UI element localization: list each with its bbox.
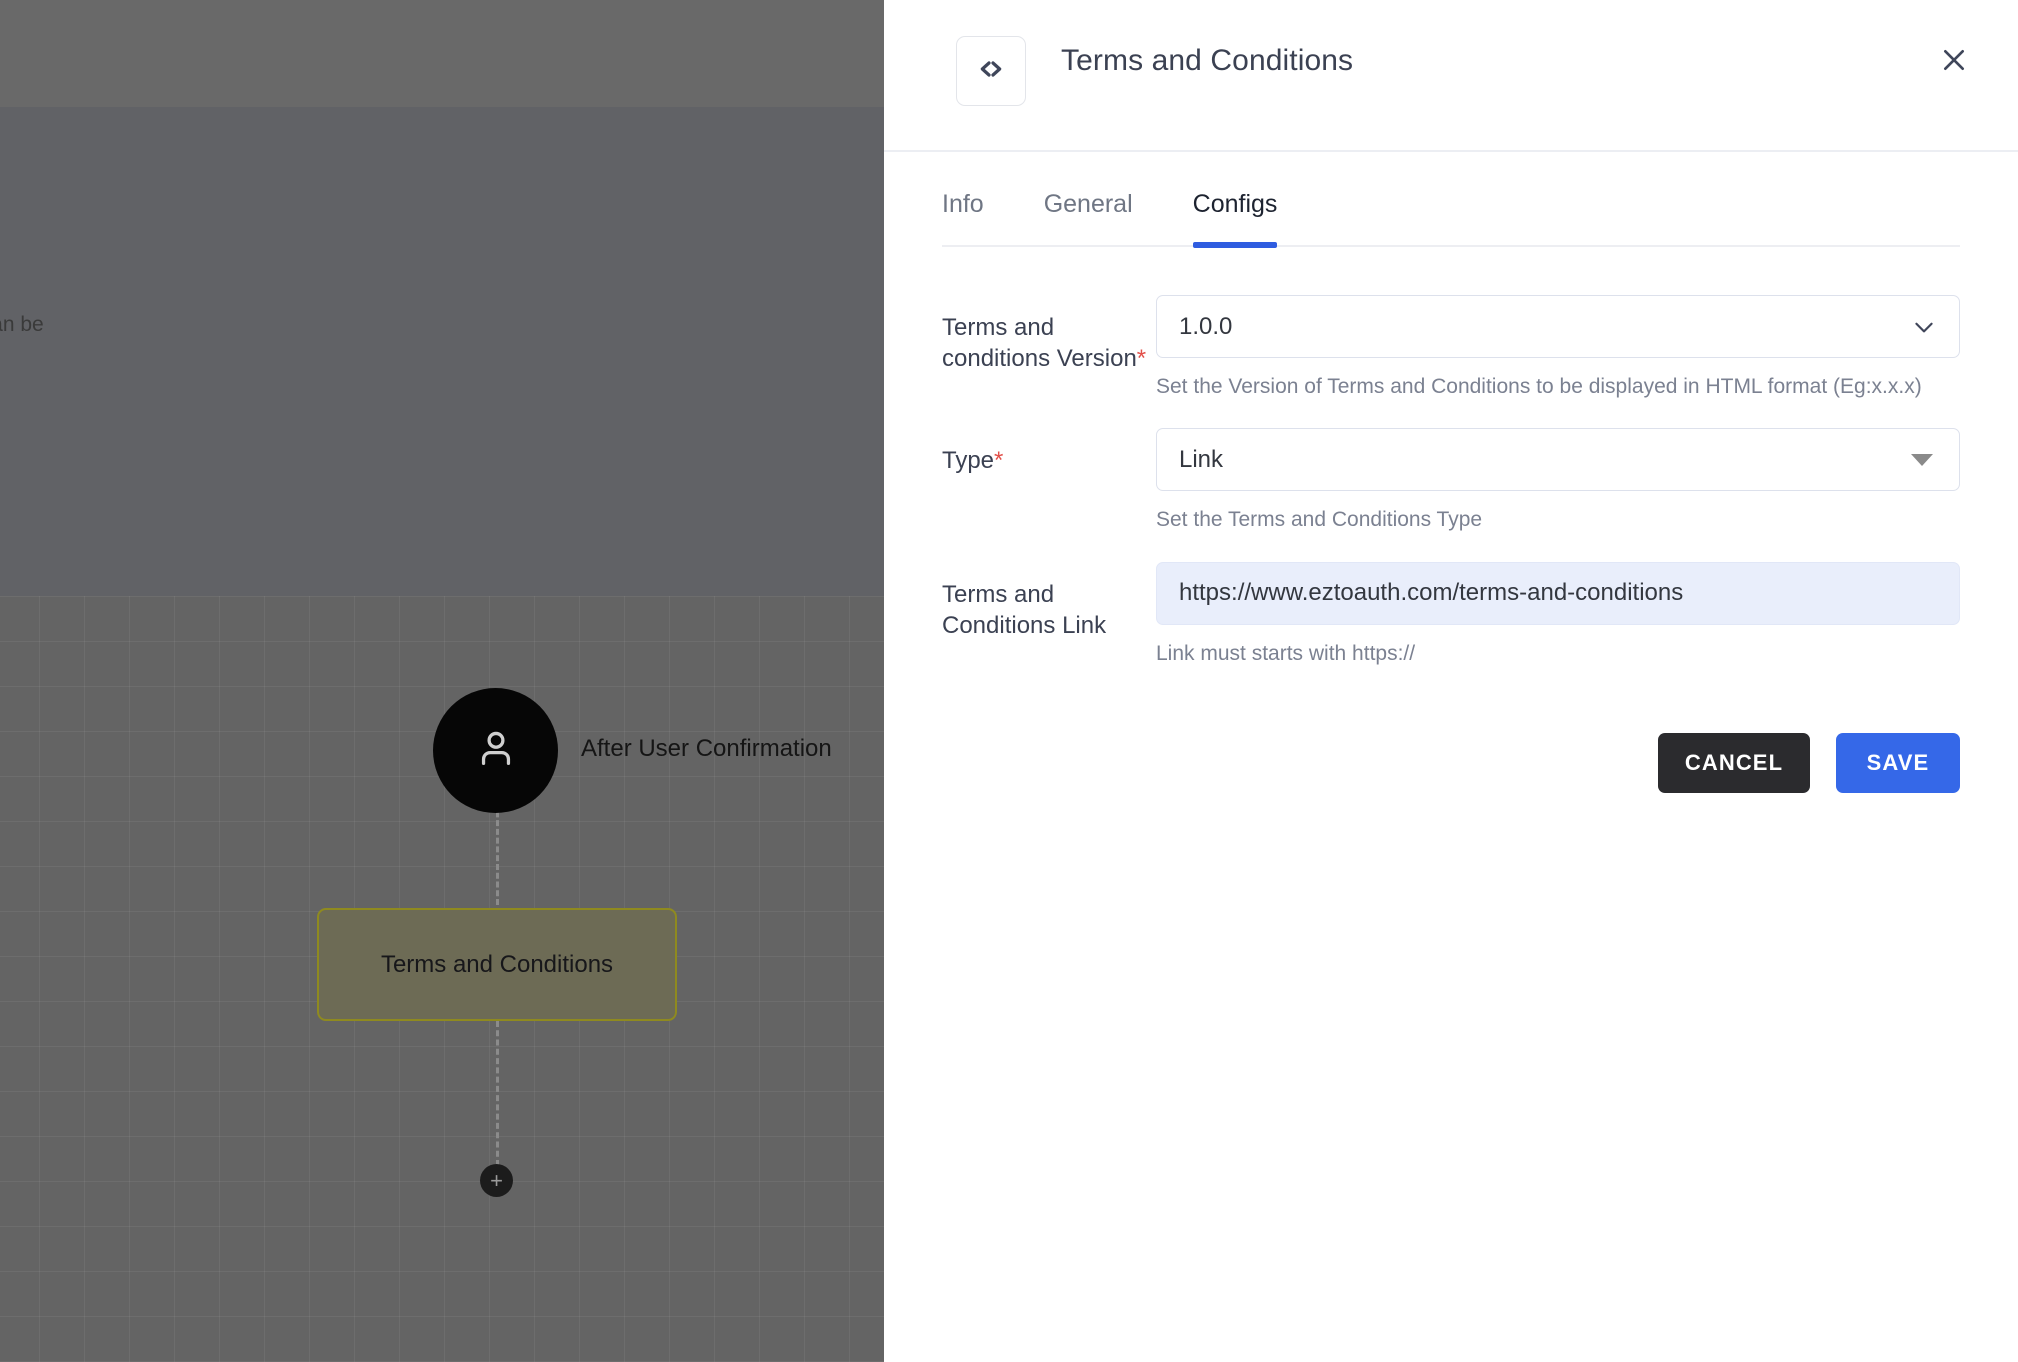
tab-info[interactable]: Info [942, 190, 984, 245]
clipped-description-text: er. It can be [0, 313, 44, 336]
required-asterisk: * [994, 447, 1004, 475]
cancel-button[interactable]: CANCEL [1658, 733, 1810, 794]
details-side-panel: Terms and Conditions Info General Config… [884, 0, 2018, 1362]
close-icon [1938, 44, 1970, 81]
field-row-link: Terms and Conditions Link https://www.ez… [942, 561, 1960, 669]
backdrop-band-top [0, 0, 884, 107]
tab-configs[interactable]: Configs [1192, 190, 1277, 248]
version-helper-text: Set the Version of Terms and Conditions … [1156, 375, 1922, 398]
field-row-type: Type* Link Set the Terms and Conditions … [942, 428, 1960, 535]
field-control-link: https://www.eztoauth.com/terms-and-condi… [1156, 561, 1960, 669]
link-input[interactable]: https://www.eztoauth.com/terms-and-condi… [1156, 561, 1960, 625]
caret-down-icon [1911, 453, 1933, 466]
field-control-type: Link Set the Terms and Conditions Type [1156, 428, 1960, 535]
field-row-version: Terms and conditions Version* 1.0.0 Set … [942, 295, 1960, 402]
page-title: Terms and Conditions [1061, 44, 1354, 77]
version-select-value: 1.0.0 [1179, 312, 1233, 340]
field-label-version-text: Terms and conditions Version [942, 314, 1137, 372]
field-label-type: Type* [942, 428, 1156, 535]
link-input-value: https://www.eztoauth.com/terms-and-condi… [1179, 579, 1684, 607]
field-label-link-text: Terms and Conditions Link [942, 580, 1107, 639]
configs-form: Terms and conditions Version* 1.0.0 Set … [884, 247, 2018, 669]
panel-header: Terms and Conditions [884, 0, 2018, 152]
field-label-type-text: Type [942, 447, 995, 475]
close-button[interactable] [1928, 36, 1980, 88]
save-button[interactable]: SAVE [1836, 733, 1960, 794]
type-helper-text: Set the Terms and Conditions Type [1156, 508, 1483, 532]
link-helper-text: Link must starts with https:// [1156, 641, 1416, 665]
field-control-version: 1.0.0 Set the Version of Terms and Condi… [1156, 295, 1960, 402]
required-asterisk: * [1136, 344, 1147, 372]
tab-general[interactable]: General [1044, 190, 1133, 245]
field-label-version: Terms and conditions Version* [942, 295, 1156, 402]
type-select-value: Link [1179, 445, 1224, 473]
chevron-down-icon [1911, 314, 1937, 340]
backdrop-band-middle [0, 107, 884, 596]
code-icon-button[interactable] [956, 36, 1026, 106]
flow-canvas-grid[interactable] [0, 596, 884, 1362]
code-brackets-icon [975, 53, 1007, 90]
panel-tabs: Info General Configs [942, 152, 1960, 248]
form-actions: CANCEL SAVE [884, 681, 2018, 794]
version-select[interactable]: 1.0.0 [1156, 295, 1960, 358]
type-select[interactable]: Link [1156, 428, 1960, 492]
field-label-link: Terms and Conditions Link [942, 562, 1156, 669]
